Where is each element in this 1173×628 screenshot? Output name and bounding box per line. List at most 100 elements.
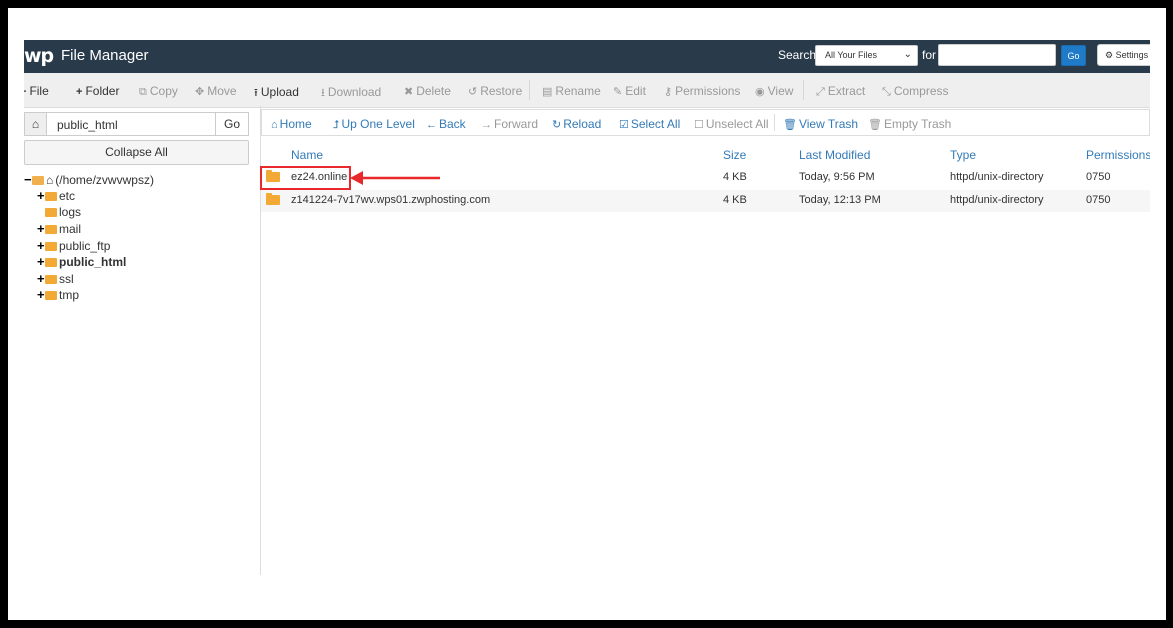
tree-item-mail[interactable]: + mail (37, 221, 81, 237)
pointer-arrow-icon (350, 171, 440, 185)
extract-icon: ⤢ (816, 86, 825, 98)
nav-forward-button[interactable]: → Forward (481, 117, 538, 131)
toolbar-folder-button[interactable]: + Folder (76, 84, 119, 98)
nav-select-all-button[interactable]: ☑ Select All (619, 117, 680, 131)
download-icon: ⭳ (321, 87, 325, 99)
column-header-last-modified[interactable]: Last Modified (799, 148, 870, 162)
checked-box-icon: ☑ (619, 119, 629, 131)
settings-button[interactable]: ⚙ Settings (1097, 44, 1150, 66)
table-row[interactable]: z141224-7v17wv.wps01.zwphosting.com 4 KB… (261, 190, 1150, 212)
top-header: wp File Manager Search All Your Files ⌄ … (24, 40, 1150, 73)
brand-logo: wp (24, 45, 54, 67)
restore-icon: ↺ (468, 86, 478, 98)
file-manager-app: wp File Manager Search All Your Files ⌄ … (24, 40, 1150, 575)
folder-icon (45, 242, 57, 251)
upload-icon: ⭱ (254, 87, 258, 99)
nav-unselect-all-label: Unselect All (705, 117, 769, 131)
file-permissions: 0750 (1086, 171, 1111, 183)
rename-icon: ▤ (542, 86, 553, 98)
toolbar-edit-label: Edit (625, 84, 646, 98)
nav-select-all-label: Select All (630, 117, 681, 131)
empty-box-icon: ☐ (694, 119, 704, 131)
nav-separator (774, 114, 775, 131)
tree-item-label: ssl (59, 272, 74, 286)
toolbar-file-button[interactable]: +File (24, 84, 49, 98)
tree-item-label: (/home/zvwvwpsz) (55, 173, 154, 187)
toolbar-extract-label: Extract (827, 84, 866, 98)
up-level-icon: ⮥ (333, 119, 340, 131)
search-go-button[interactable]: Go (1061, 45, 1086, 66)
copy-icon: ⧉ (139, 86, 147, 98)
nav-reload-label: Reload (563, 117, 602, 131)
tree-item-label: tmp (59, 288, 80, 302)
expand-toggle-icon[interactable]: + (37, 188, 45, 203)
folder-icon (45, 291, 57, 300)
tree-item-public-html[interactable]: + public_html (37, 254, 126, 270)
path-go-button[interactable]: Go (215, 113, 248, 135)
nav-empty-trash-button[interactable]: 🗑 Empty Trash (868, 117, 951, 131)
nav-unselect-all-button[interactable]: ☐ Unselect All (694, 117, 769, 131)
highlight-box (260, 166, 351, 190)
expand-toggle-icon[interactable]: + (37, 271, 45, 286)
column-header-size[interactable]: Size (723, 148, 746, 162)
file-size: 4 KB (723, 194, 747, 206)
toolbar-restore-label: Restore (480, 84, 523, 98)
tree-item-home[interactable]: − ⌂ (/home/zvwvwpsz) (24, 172, 154, 188)
nav-up-one-level-button[interactable]: ⮥ Up One Level (333, 117, 415, 132)
nav-view-trash-button[interactable]: 🗑 View Trash (783, 117, 858, 131)
chevron-down-icon: ⌄ (903, 49, 912, 60)
folder-icon (266, 193, 280, 205)
collapse-all-button[interactable]: Collapse All (24, 140, 249, 165)
toolbar-delete-label: Delete (416, 84, 451, 98)
tree-item-logs[interactable]: logs (37, 205, 81, 221)
tree-item-label: etc (59, 189, 76, 203)
open-folder-icon (32, 176, 44, 185)
toolbar-move-button[interactable]: ✥ Move (195, 84, 237, 98)
expand-toggle-icon[interactable]: + (37, 238, 45, 253)
tree-item-tmp[interactable]: + tmp (37, 287, 79, 303)
toolbar-edit-button[interactable]: ✎ Edit (613, 84, 646, 98)
toolbar-extract-button[interactable]: ⤢ Extract (816, 84, 865, 99)
toolbar-download-button[interactable]: ⭳ Download (321, 84, 381, 103)
tree-item-public-ftp[interactable]: + public_ftp (37, 238, 110, 254)
tree-item-ssl[interactable]: + ssl (37, 271, 74, 287)
search-scope-select[interactable]: All Your Files ⌄ (815, 45, 918, 66)
toolbar-upload-button[interactable]: ⭱ Upload (254, 84, 299, 103)
nav-home-button[interactable]: ⌂ Home (271, 117, 312, 131)
file-name[interactable]: z141224-7v17wv.wps01.zwphosting.com (291, 194, 490, 206)
file-size: 4 KB (723, 171, 747, 183)
nav-back-label: Back (439, 117, 466, 131)
reload-icon: ↻ (552, 119, 562, 131)
toolbar-compress-button[interactable]: ⤡ Compress (882, 84, 949, 99)
path-input[interactable]: public_html (57, 118, 118, 132)
file-modified: Today, 9:56 PM (799, 171, 875, 183)
expand-toggle-icon[interactable]: + (37, 254, 45, 269)
expand-toggle-icon[interactable]: + (37, 287, 45, 302)
screenshot-frame: wp File Manager Search All Your Files ⌄ … (8, 8, 1166, 620)
nav-up-label: Up One Level (341, 117, 415, 131)
toolbar-permissions-button[interactable]: ⚷ Permissions (664, 84, 740, 98)
file-type: httpd/unix-directory (950, 171, 1044, 183)
column-header-permissions[interactable]: Permissions (1086, 148, 1150, 162)
home-icon[interactable]: ⌂ (25, 113, 47, 135)
toolbar-restore-button[interactable]: ↺ Restore (468, 84, 522, 98)
toolbar-view-button[interactable]: ◉ View (755, 84, 793, 98)
collapse-toggle-icon[interactable]: − (24, 172, 32, 187)
nav-back-button[interactable]: ← Back (426, 117, 466, 131)
for-label: for (922, 48, 937, 62)
expand-toggle-icon[interactable]: + (37, 221, 45, 236)
home-icon: ⌂ (46, 173, 54, 187)
column-header-name[interactable]: Name (291, 148, 323, 162)
file-modified: Today, 12:13 PM (799, 194, 881, 206)
compress-icon: ⤡ (882, 86, 891, 98)
tree-item-etc[interactable]: + etc (37, 188, 75, 204)
search-input[interactable] (938, 44, 1056, 66)
toolbar-copy-button[interactable]: ⧉ Copy (139, 84, 178, 99)
delete-icon: ✖ (404, 86, 414, 98)
toolbar-rename-button[interactable]: ▤ Rename (542, 84, 601, 98)
column-header-type[interactable]: Type (950, 148, 976, 162)
nav-reload-button[interactable]: ↻ Reload (552, 117, 601, 131)
file-table-header: Name Size Last Modified Type Permissions (261, 141, 1150, 168)
toolbar-delete-button[interactable]: ✖ Delete (404, 84, 451, 98)
key-icon: ⚷ (664, 86, 673, 98)
